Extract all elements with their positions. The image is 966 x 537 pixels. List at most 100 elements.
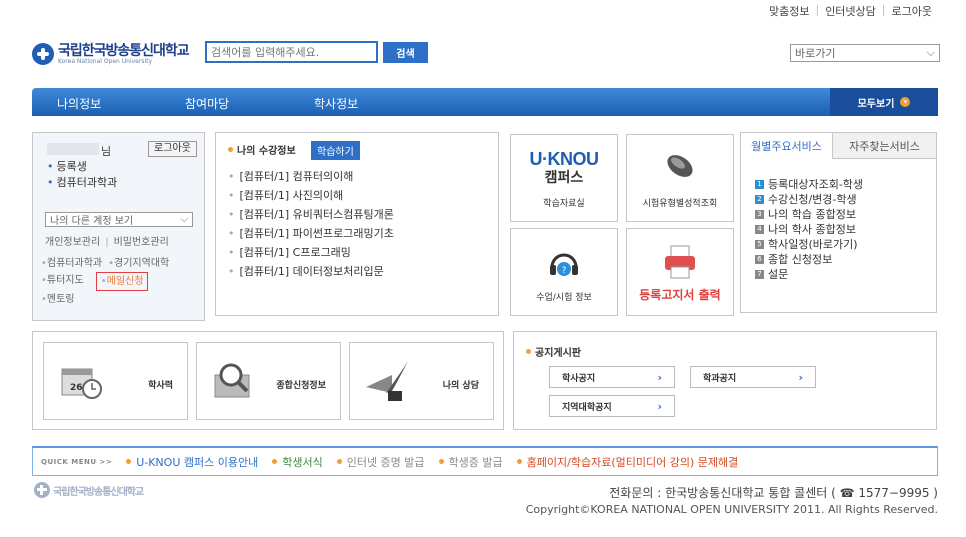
service-item[interactable]: 4 나의 학사 종합정보 xyxy=(755,222,863,237)
class-exam-info-tile[interactable]: ? 수업/시험 정보 xyxy=(510,228,618,316)
name-suffix: 님 xyxy=(101,145,112,158)
study-materials-label: 학습자료실 xyxy=(543,199,585,209)
chevron-down-icon: ⌵ xyxy=(180,214,188,225)
dept-link[interactable]: 컴퓨터과학과 xyxy=(47,258,102,269)
uknou-campus-tile[interactable]: U·KNOU 캠퍼스 학습자료실 xyxy=(510,134,618,222)
mentoring-link[interactable]: 멘토링 xyxy=(47,294,75,305)
number-icon: 7 xyxy=(755,270,764,279)
service-item[interactable]: 5 학사일정(바로가기) xyxy=(755,237,863,252)
uknou-campus-label: 캠퍼스 xyxy=(544,170,584,186)
quick-student-card[interactable]: 학생증 발급 xyxy=(438,454,503,470)
bullet-icon xyxy=(228,147,233,152)
quick-menu-bar: QUICK MENU >> U-KNOU 캠퍼스 이용안내 학생서식 인터넷 증… xyxy=(32,446,938,476)
region-college-link[interactable]: 경기지역대학 xyxy=(114,258,169,269)
view-all-button[interactable]: 모두보기 ▾ xyxy=(830,88,938,116)
printer-icon xyxy=(665,245,695,279)
chevron-down-icon: ▾ xyxy=(900,97,911,107)
course-item[interactable]: • [컴퓨터/1] 컴퓨터의이해 xyxy=(228,167,394,186)
profile-panel: 님 로그아웃 • 등록생 • 컴퓨터과학과 나의 다른 계정 보기 ⌵ 개인정보관리… xyxy=(32,132,205,321)
service-item[interactable]: 2 수강신청/변경-학생 xyxy=(755,192,863,207)
personal-info-link[interactable]: 개인정보관리 xyxy=(45,237,100,248)
profile-links: •컴퓨터과학과 •경기지역대학 •튜터지도 •메일신청 •멘토링 xyxy=(41,258,170,305)
logo-text: 국립한국방송통신대학교 Korea National Open Universi… xyxy=(58,44,190,65)
tab-monthly-services[interactable]: 월별주요서비스 xyxy=(741,133,833,159)
university-logo[interactable]: 국립한국방송통신대학교 Korea National Open Universi… xyxy=(32,40,202,68)
course-list: • [컴퓨터/1] 컴퓨터의이해 • [컴퓨터/1] 사진의이해 • [컴퓨터/1] … xyxy=(228,167,394,281)
course-item[interactable]: • [컴퓨터/1] 데이터정보처리입문 xyxy=(228,262,394,281)
service-item[interactable]: 3 나의 학습 종합정보 xyxy=(755,207,863,222)
svg-text:26: 26 xyxy=(70,383,83,393)
student-info: • 등록생 • 컴퓨터과학과 xyxy=(47,160,118,189)
course-item[interactable]: • [컴퓨터/1] 사진의이해 xyxy=(228,186,394,205)
chevron-right-icon: › xyxy=(657,370,662,384)
services-tabs: 월별주요서비스 자주찾는서비스 xyxy=(741,133,936,159)
online-consult-link[interactable]: 인터넷상담 xyxy=(825,3,876,19)
other-account-select[interactable]: 나의 다른 계정 보기 ⌵ xyxy=(45,212,193,227)
student-major: 컴퓨터과학과 xyxy=(56,176,118,189)
logo-english: Korea National Open University xyxy=(58,57,153,65)
profile-logout-button[interactable]: 로그아웃 xyxy=(148,141,197,157)
study-button[interactable]: 학습하기 xyxy=(311,141,360,160)
logout-link[interactable]: 로그아웃 xyxy=(892,3,932,19)
dept-notice-button[interactable]: 학과공지 › xyxy=(690,366,816,388)
register-print-label: 등록고지서 출력 xyxy=(639,288,721,302)
my-consultation-tile[interactable]: 나의 상담 xyxy=(349,342,494,420)
uknou-brand: U·KNOU xyxy=(529,149,600,169)
course-item[interactable]: • [컴퓨터/1] 파이썬프로그래밍기초 xyxy=(228,224,394,243)
quick-links-panel: 26 학사력 종합신청정보 나의 상담 xyxy=(32,331,504,430)
password-link[interactable]: 비밀번호관리 xyxy=(114,237,169,248)
bullet-icon xyxy=(336,459,342,464)
academic-calendar-tile[interactable]: 26 학사력 xyxy=(43,342,188,420)
course-item[interactable]: • [컴퓨터/1] 유비쿼터스컴퓨팅개론 xyxy=(228,205,394,224)
bullet-icon xyxy=(438,459,444,464)
quill-ink-icon xyxy=(366,361,408,401)
chevron-down-icon: ⌵ xyxy=(926,46,935,59)
custom-info-link[interactable]: 맞춤정보 xyxy=(769,3,809,19)
quick-link-select[interactable]: 바로가기 ⌵ xyxy=(790,44,940,62)
academic-calendar-label: 학사력 xyxy=(148,381,173,391)
course-item[interactable]: • [컴퓨터/1] C프로그래밍 xyxy=(228,243,394,262)
user-name-redacted xyxy=(47,143,99,155)
quick-student-forms[interactable]: 학생서식 xyxy=(272,454,323,470)
mail-request-label: 메일신청 xyxy=(106,276,144,287)
magnifier-folder-icon xyxy=(214,363,250,398)
svg-text:?: ? xyxy=(562,266,567,276)
number-icon: 2 xyxy=(755,195,764,204)
footer-copyright: Copyright©KOREA NATIONAL OPEN UNIVERSITY… xyxy=(525,503,938,516)
divider: | xyxy=(815,3,820,16)
service-item[interactable]: 7 설문 xyxy=(755,267,863,282)
exam-grade-tile[interactable]: 시험유형별성적조회 xyxy=(626,134,734,222)
quick-certificate[interactable]: 인터넷 증명 발급 xyxy=(336,454,425,470)
quick-troubleshoot[interactable]: 홈페이지/학습자료(멀티미디어 강의) 문제해결 xyxy=(516,454,738,470)
course-panel: 나의 수강정보 학습하기 • [컴퓨터/1] 컴퓨터의이해 • [컴퓨터/1] 사진… xyxy=(215,132,499,316)
nav-participation[interactable]: 참여마당 xyxy=(185,95,229,112)
view-all-label: 모두보기 xyxy=(857,98,895,110)
footer-logo: 국립한국방송통신대학교 xyxy=(34,482,144,498)
quick-menu-title: QUICK MENU >> xyxy=(41,457,113,466)
search-input[interactable] xyxy=(205,41,378,63)
services-list: 1 등록대상자조회-학생 2 수강신청/변경-학생 3 나의 학습 종합정보 4 나의 … xyxy=(755,177,863,282)
nav-my-info[interactable]: 나의정보 xyxy=(57,95,101,112)
regional-notice-button[interactable]: 지역대학공지 › xyxy=(549,395,675,417)
service-item[interactable]: 6 종합 신청정보 xyxy=(755,252,863,267)
bullet-icon xyxy=(526,349,531,354)
number-icon: 5 xyxy=(755,240,764,249)
register-print-tile[interactable]: 등록고지서 출력 xyxy=(626,228,734,316)
notice-board-panel: 공지게시판 학사공지 › 학과공지 › 지역대학공지 › xyxy=(513,331,937,430)
bullet-icon xyxy=(126,459,132,464)
student-status: 등록생 xyxy=(56,160,87,173)
divider: | xyxy=(881,3,886,16)
search-button[interactable]: 검색 xyxy=(383,42,428,63)
tutor-link[interactable]: 튜터지도 xyxy=(47,275,84,286)
nav-academic-info[interactable]: 학사정보 xyxy=(314,95,358,112)
quick-link-select-value: 바로가기 xyxy=(795,47,836,60)
number-icon: 1 xyxy=(755,180,764,189)
application-info-label: 종합신청정보 xyxy=(276,381,326,391)
tab-frequent-services[interactable]: 자주찾는서비스 xyxy=(833,133,936,159)
academic-notice-button[interactable]: 학사공지 › xyxy=(549,366,675,388)
mail-request-link[interactable]: •메일신청 xyxy=(95,272,149,291)
quick-uknou-guide[interactable]: U-KNOU 캠퍼스 이용안내 xyxy=(126,454,258,470)
chevron-right-icon: › xyxy=(657,399,662,413)
service-item[interactable]: 1 등록대상자조회-학생 xyxy=(755,177,863,192)
application-info-tile[interactable]: 종합신청정보 xyxy=(196,342,341,420)
